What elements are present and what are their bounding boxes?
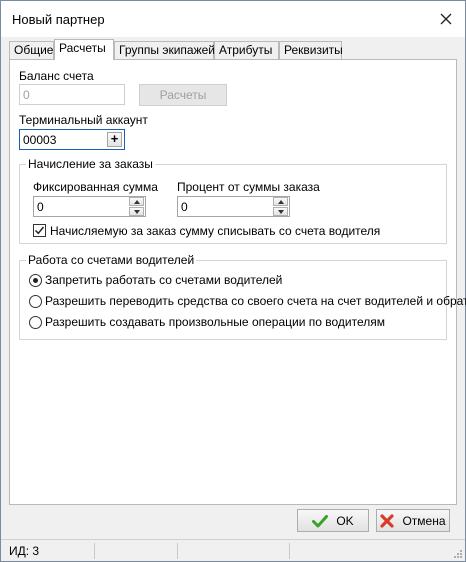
- settlements-panel: Баланс счета Расчеты Терминальный аккаун…: [9, 59, 466, 505]
- radio-allow-custom[interactable]: [29, 316, 42, 329]
- settlements-button[interactable]: Расчеты: [139, 84, 227, 106]
- ok-button[interactable]: OK: [297, 509, 369, 532]
- spin-down-icon[interactable]: [129, 207, 144, 216]
- deduct-from-driver-label: Начисляемую за заказ сумму списывать со …: [50, 224, 381, 238]
- tab-settlements[interactable]: Расчеты: [54, 39, 114, 60]
- resize-grip-icon[interactable]: [453, 549, 463, 559]
- tab-general[interactable]: Общие: [9, 41, 54, 59]
- radio-allow-transfer-label: Разрешить переводить средства со своего …: [45, 294, 466, 308]
- spin-up-icon[interactable]: [273, 197, 288, 206]
- deduct-from-driver-checkbox[interactable]: [33, 224, 46, 237]
- plus-icon[interactable]: +: [107, 132, 122, 147]
- radio-allow-transfer[interactable]: [29, 295, 42, 308]
- status-bar: ИД: 3: [1, 539, 465, 561]
- ok-label: OK: [336, 513, 354, 528]
- status-separator: [289, 543, 290, 559]
- record-id: ИД: 3: [9, 544, 40, 558]
- window-title: Новый партнер: [12, 12, 105, 27]
- driver-accounts-groupbox: Работа со счетами водителей Запретить ра…: [19, 253, 466, 340]
- terminal-account-label: Терминальный аккаунт: [19, 113, 148, 127]
- fixed-amount-stepper[interactable]: [129, 197, 144, 216]
- balance-field[interactable]: [19, 84, 125, 105]
- percent-label: Процент от суммы заказа: [177, 180, 320, 194]
- tab-requisites[interactable]: Реквизиты: [279, 41, 343, 59]
- status-separator: [177, 543, 178, 559]
- fixed-amount-label: Фиксированная сумма: [33, 180, 158, 194]
- tab-attributes[interactable]: Атрибуты: [214, 41, 279, 59]
- spin-down-icon[interactable]: [273, 207, 288, 216]
- radio-forbid[interactable]: [29, 274, 42, 287]
- close-icon: [440, 13, 452, 25]
- spin-up-icon[interactable]: [129, 197, 144, 206]
- radio-forbid-label: Запретить работать со счетами водителей: [45, 273, 283, 287]
- radio-allow-custom-label: Разрешить создавать произвольные операци…: [45, 315, 385, 329]
- title-bar: Новый партнер: [1, 1, 465, 37]
- accrual-groupbox: Начисление за заказы Фиксированная сумма…: [19, 157, 447, 244]
- driver-accounts-group-title: Работа со счетами водителей: [26, 253, 197, 267]
- cancel-button[interactable]: Отмена: [376, 509, 450, 532]
- dialog-window: Новый партнер Общие Расчеты Группы экипа…: [0, 0, 466, 562]
- checkmark-icon: [34, 226, 45, 235]
- tab-crew-groups[interactable]: Группы экипажей: [114, 41, 215, 59]
- cancel-label: Отмена: [402, 513, 446, 528]
- accrual-group-title: Начисление за заказы: [26, 157, 155, 171]
- status-separator: [94, 543, 95, 559]
- close-button[interactable]: [433, 6, 459, 32]
- cancel-x-icon: [380, 513, 395, 528]
- balance-label: Баланс счета: [19, 69, 94, 83]
- checkmark-icon: [312, 514, 329, 527]
- percent-stepper[interactable]: [273, 197, 288, 216]
